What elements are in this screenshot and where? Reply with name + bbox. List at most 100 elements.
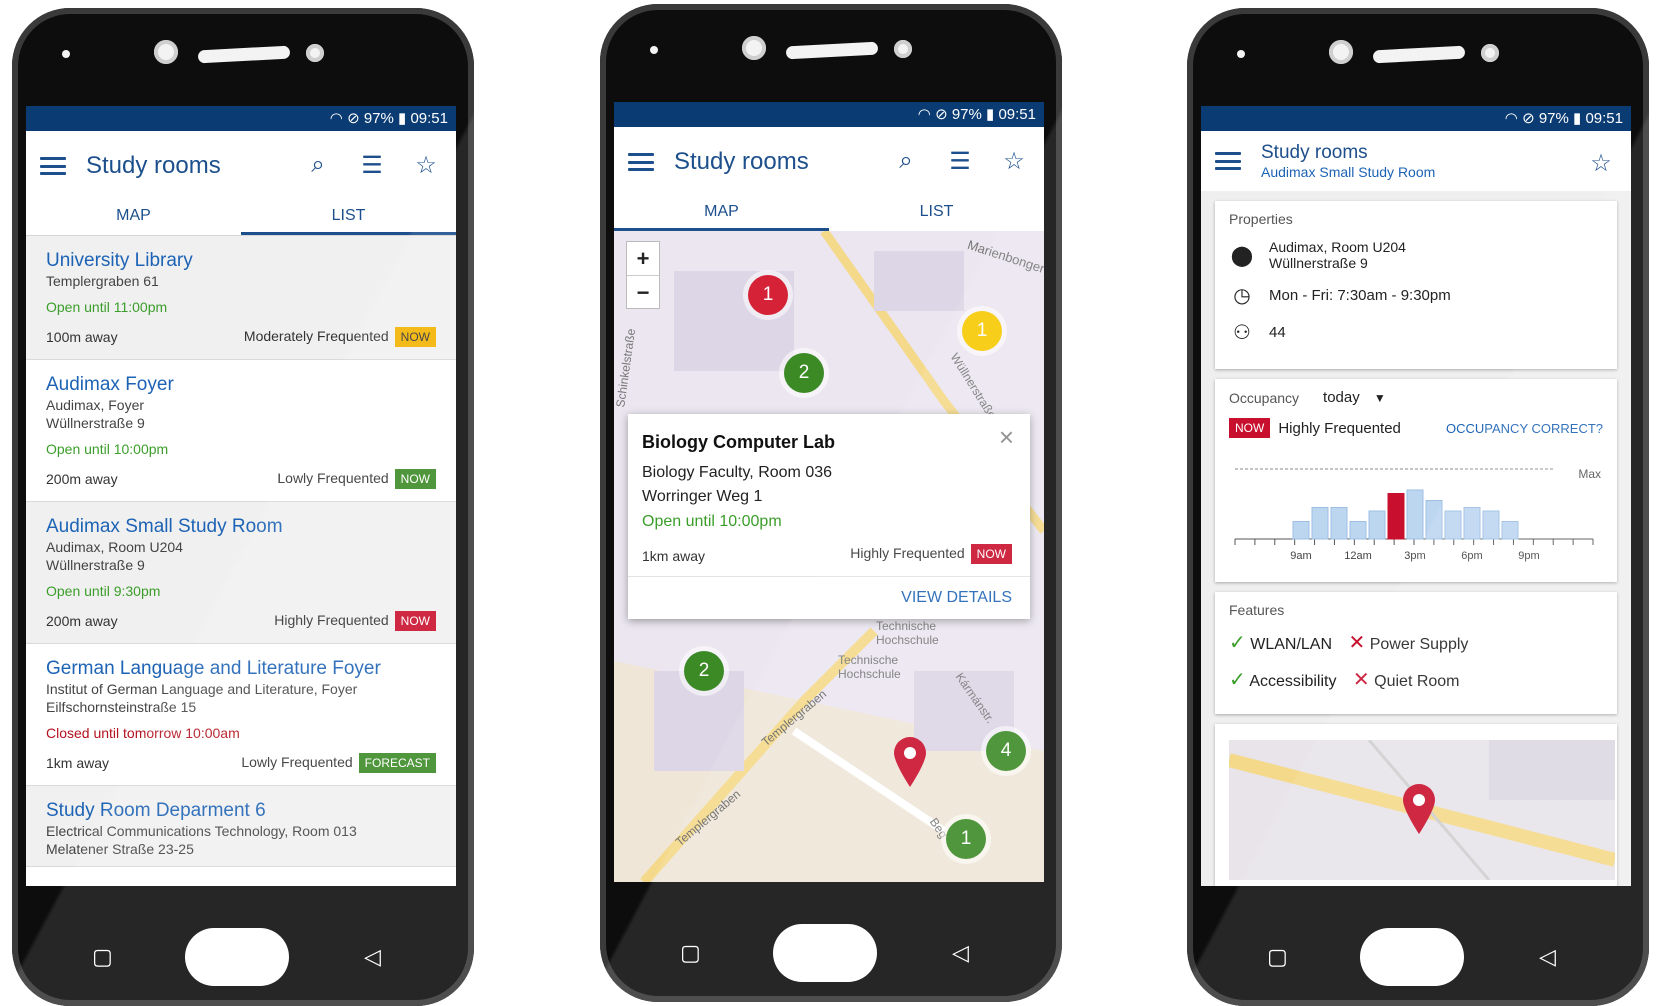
battery-level: 97% <box>363 110 394 127</box>
back-button[interactable]: ◁ <box>364 944 381 970</box>
location-room: Audimax, Room U204 <box>1269 239 1406 255</box>
popup-distance: 1km away <box>642 548 706 564</box>
tab-map[interactable]: MAP <box>614 197 829 231</box>
front-camera <box>1329 40 1353 64</box>
map-cluster[interactable]: 2 <box>784 353 824 393</box>
dnd-icon: ⊘ <box>1522 110 1535 127</box>
occupancy-bar <box>1425 500 1443 540</box>
map-cluster[interactable]: 1 <box>748 275 788 315</box>
back-button[interactable]: ◁ <box>1539 944 1556 970</box>
room-hours: Closed until tomorrow 10:00am <box>46 725 240 741</box>
app-bar: Study rooms Audimax Small Study Room ☆ <box>1201 131 1631 191</box>
status-bar: ◠ ⊘ 97% ▮ 09:51 <box>1201 106 1631 131</box>
page-subtitle: Audimax Small Study Room <box>1261 164 1436 180</box>
occupancy-bar <box>1444 510 1462 540</box>
occupancy-bar <box>1349 521 1367 540</box>
map-view[interactable]: + − Marienbonger Schinkelstraße Wüllners… <box>614 231 1044 882</box>
room-address: Audimax, Foyer <box>46 397 145 413</box>
sensor-dot <box>1237 50 1245 58</box>
popup-hours: Open until 10:00pm <box>642 513 782 530</box>
menu-icon[interactable] <box>1215 152 1241 170</box>
earpiece-speaker <box>197 45 291 64</box>
room-name[interactable]: Audimax Foyer <box>46 374 436 396</box>
home-button[interactable] <box>1360 928 1464 986</box>
zoom-out-button[interactable]: − <box>627 276 659 309</box>
cross-icon: ✕ <box>1348 632 1366 654</box>
occupancy-bar <box>1387 493 1405 540</box>
occupancy-card: Occupancy today ▼ NOW Highly Frequented … <box>1215 379 1617 582</box>
battery-level: 97% <box>1538 110 1569 127</box>
search-icon[interactable]: ⌕ <box>304 151 332 180</box>
map-cluster[interactable]: 1 <box>946 819 986 859</box>
day-select[interactable]: today ▼ <box>1323 389 1386 406</box>
star-icon[interactable]: ☆ <box>412 151 440 180</box>
occupancy-correct-link[interactable]: OCCUPANCY CORRECT? <box>1446 421 1603 436</box>
map-cluster[interactable]: 4 <box>986 731 1026 771</box>
map-cluster[interactable]: 1 <box>962 311 1002 351</box>
feature-item: ✓ WLAN/LAN <box>1229 630 1332 655</box>
tab-map[interactable]: MAP <box>26 201 241 235</box>
star-icon[interactable]: ☆ <box>1000 147 1028 176</box>
room-street: Wüllnerstraße 9 <box>46 557 145 573</box>
screen-list: ◠ ⊘ 97% ▮ 09:51 Study rooms ⌕ ☰ ☆ MAP LI… <box>26 106 456 886</box>
home-button[interactable] <box>185 928 289 986</box>
popup-address: Biology Faculty, Room 036 <box>642 464 833 481</box>
recent-apps-button[interactable]: ▢ <box>92 944 113 970</box>
occupancy-bar <box>1311 507 1329 540</box>
occupancy-bar <box>1501 521 1519 540</box>
list-item[interactable]: Audimax Small Study Room Audimax, Room U… <box>26 502 456 644</box>
room-name[interactable]: Study Room Deparment 6 <box>46 800 436 822</box>
occupancy-bar <box>1368 510 1386 540</box>
back-button[interactable]: ◁ <box>952 940 969 966</box>
search-icon[interactable]: ⌕ <box>892 147 920 176</box>
popup-frequency: Highly Frequented <box>850 545 965 561</box>
tab-list[interactable]: LIST <box>829 197 1044 231</box>
list-item[interactable]: Study Room Deparment 6 Electrical Commun… <box>26 786 456 867</box>
tab-bar: MAP LIST <box>26 201 456 236</box>
feature-label: WLAN/LAN <box>1250 636 1333 653</box>
room-street: Wüllnerstraße 9 <box>46 415 145 431</box>
earpiece-speaker <box>1372 45 1466 64</box>
occupancy-status: Highly Frequented <box>1278 419 1401 437</box>
home-button[interactable] <box>773 924 877 982</box>
location-street: Wüllnerstraße 9 <box>1269 255 1368 271</box>
close-icon[interactable]: × <box>999 422 1014 453</box>
menu-icon[interactable] <box>628 153 654 171</box>
feature-item: ✕ Quiet Room <box>1353 667 1460 692</box>
zoom-in-button[interactable]: + <box>627 242 659 276</box>
occupancy-bar <box>1406 489 1424 540</box>
feature-item: ✕ Power Supply <box>1348 630 1468 655</box>
tab-list[interactable]: LIST <box>241 201 456 235</box>
popup-street: Worringer Weg 1 <box>642 488 763 505</box>
day-select-value: today <box>1323 389 1360 406</box>
recent-apps-button[interactable]: ▢ <box>1267 944 1288 970</box>
room-hours: Open until 9:30pm <box>46 583 161 599</box>
menu-icon[interactable] <box>40 157 66 175</box>
status-badge: NOW <box>394 327 436 347</box>
room-name[interactable]: Audimax Small Study Room <box>46 516 436 538</box>
recent-apps-button[interactable]: ▢ <box>680 940 701 966</box>
location-pin-icon[interactable] <box>892 735 928 787</box>
list-item[interactable]: German Language and Literature Foyer Ins… <box>26 644 456 786</box>
view-details-button[interactable]: VIEW DETAILS <box>901 589 1012 607</box>
cross-icon: ✕ <box>1352 669 1370 691</box>
tick-label: 3pm <box>1404 550 1425 562</box>
proximity-sensor <box>306 44 324 62</box>
room-address: Institut of German Language and Literatu… <box>46 681 358 697</box>
list-item[interactable]: University Library Templergraben 61 Open… <box>26 236 456 360</box>
room-name[interactable]: German Language and Literature Foyer <box>46 658 436 680</box>
map-cluster[interactable]: 2 <box>684 651 724 691</box>
occupancy-bar <box>1330 507 1348 540</box>
room-frequency: Moderately Frequented <box>243 328 389 344</box>
room-name[interactable]: University Library <box>46 250 436 272</box>
phone-list: ◠ ⊘ 97% ▮ 09:51 Study rooms ⌕ ☰ ☆ MAP LI… <box>12 8 474 1006</box>
feature-label: Accessibility <box>1249 673 1337 690</box>
feature-label: Power Supply <box>1369 636 1469 653</box>
filter-icon[interactable]: ☰ <box>946 147 974 176</box>
popup-room-name: Biology Computer Lab <box>642 432 835 452</box>
star-icon[interactable]: ☆ <box>1587 149 1615 178</box>
features-card: Features ✓ WLAN/LAN ✕ Power Supply ✓ Acc… <box>1215 592 1617 714</box>
list-item[interactable]: Audimax Foyer Audimax, Foyer Wüllnerstra… <box>26 360 456 502</box>
filter-icon[interactable]: ☰ <box>358 151 386 180</box>
check-icon: ✓ <box>1229 632 1246 654</box>
